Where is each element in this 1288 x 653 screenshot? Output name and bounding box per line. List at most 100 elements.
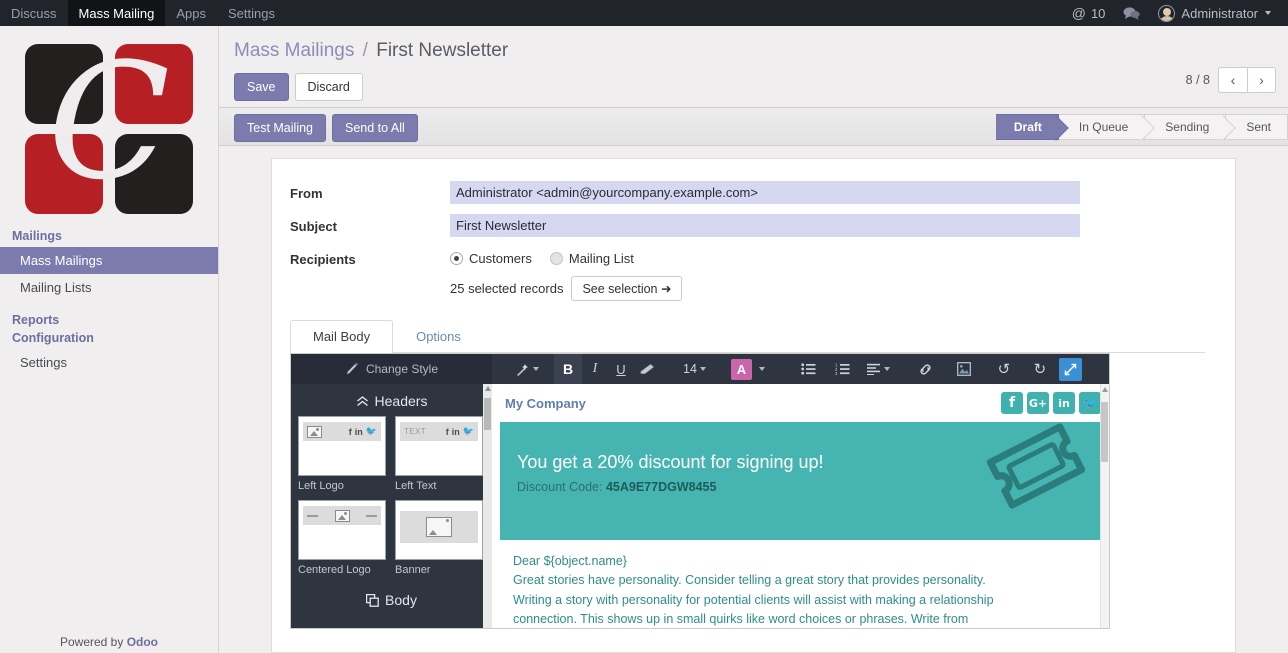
italic-button[interactable]: I — [582, 354, 608, 384]
twitter-icon: 🐦 — [462, 426, 474, 436]
link-icon — [918, 362, 933, 377]
snippet-left-logo[interactable]: f in 🐦 Left Logo — [298, 416, 386, 492]
underline-button[interactable]: U — [608, 354, 634, 384]
scrollbar-thumb[interactable] — [1101, 402, 1108, 462]
snippet-thumbnail: TEXT f in 🐦 — [395, 416, 483, 476]
text-color-dropdown[interactable] — [752, 354, 770, 384]
radio-mailing-list-label: Mailing List — [568, 251, 634, 266]
unordered-list-button[interactable] — [796, 354, 822, 384]
snippet-centered-logo[interactable]: Centered Logo — [298, 500, 386, 576]
nav-item-mass-mailing[interactable]: Mass Mailing — [67, 0, 166, 26]
insert-image-icon — [957, 362, 971, 376]
redo-button[interactable]: ↻ — [1027, 354, 1053, 384]
mention-counter[interactable]: @ 10 — [1063, 5, 1115, 21]
stage-in-queue[interactable]: In Queue — [1058, 114, 1146, 140]
facebook-icon: f — [445, 426, 449, 437]
stage-draft[interactable]: Draft — [995, 114, 1059, 140]
mail-body-editor: Change Style B I U 14 A 1 2 3 ↺ ↻ Header… — [290, 353, 1110, 629]
field-row-from: From — [290, 181, 1205, 204]
messaging-menu[interactable] — [1114, 6, 1149, 20]
eraser-icon — [640, 363, 656, 376]
nav-item-discuss[interactable]: Discuss — [0, 0, 68, 26]
snippet-thumbnail — [395, 500, 483, 560]
avatar — [1158, 4, 1176, 22]
sidebar-item-label: Mass Mailings — [20, 253, 103, 268]
change-style-button[interactable]: Change Style — [291, 354, 492, 384]
facebook-icon[interactable]: f — [1001, 392, 1023, 414]
snippets-section-label: Body — [385, 592, 417, 608]
align-button[interactable] — [864, 354, 893, 384]
breadcrumb-current: First Newsletter — [376, 40, 509, 61]
insert-link-button[interactable] — [913, 354, 939, 384]
email-preview[interactable]: My Company f G+ in 🐦 You get a 20% disco… — [492, 384, 1109, 628]
snippets-scrollbar[interactable] — [483, 384, 492, 628]
snippet-left-text[interactable]: TEXT f in 🐦 Left Text — [395, 416, 483, 492]
sidebar-item-settings[interactable]: Settings — [0, 349, 218, 376]
ordered-list-icon: 1 2 3 — [835, 363, 850, 375]
twitter-icon[interactable]: 🐦 — [1079, 392, 1101, 414]
linkedin-icon[interactable]: in — [1053, 392, 1075, 414]
field-row-subject: Subject — [290, 214, 1205, 237]
google-plus-icon[interactable]: G+ — [1027, 392, 1049, 414]
scrollbar-thumb[interactable] — [484, 398, 491, 430]
selected-records-count: 25 selected records — [450, 281, 564, 296]
text-color-button[interactable]: A — [730, 358, 752, 380]
magic-wand-icon[interactable] — [512, 354, 542, 384]
save-button[interactable]: Save — [234, 73, 289, 102]
pager: 8 / 8 ‹ › — [1186, 67, 1276, 93]
radio-mailing-list[interactable] — [549, 252, 563, 265]
see-selection-button[interactable]: See selection ➜ — [571, 276, 683, 301]
chevron-right-icon: › — [1259, 72, 1264, 88]
pager-previous-button[interactable]: ‹ — [1218, 67, 1247, 93]
recipients-label: Recipients — [290, 252, 356, 267]
nav-item-settings[interactable]: Settings — [217, 0, 286, 26]
breadcrumb-root[interactable]: Mass Mailings — [234, 40, 354, 61]
top-navbar: Discuss Mass Mailing Apps Settings @ 10 — [0, 0, 1288, 26]
pager-next-button[interactable]: › — [1247, 67, 1276, 93]
bold-button[interactable]: B — [554, 354, 582, 384]
editor-toolbar: Change Style B I U 14 A 1 2 3 ↺ ↻ — [291, 354, 1109, 384]
subject-input[interactable] — [450, 214, 1080, 237]
expand-fullscreen-button[interactable] — [1058, 357, 1082, 381]
undo-button[interactable]: ↺ — [991, 354, 1017, 384]
action-strip: Test Mailing Send to All Draft In Queue … — [219, 108, 1288, 146]
status-bar: Draft In Queue Sending Sent — [995, 114, 1288, 140]
image-placeholder-icon — [307, 425, 322, 438]
body-line: Great stories have personality. Consider… — [513, 573, 986, 588]
tab-options[interactable]: Options — [393, 320, 484, 353]
sidebar-item-mailing-lists[interactable]: Mailing Lists — [0, 274, 218, 301]
tab-mail-body[interactable]: Mail Body — [290, 320, 394, 353]
stage-label: In Queue — [1078, 120, 1129, 134]
ordered-list-button[interactable]: 1 2 3 — [830, 354, 856, 384]
nav-item-label: Discuss — [11, 5, 57, 21]
radio-customers[interactable] — [450, 252, 463, 265]
nav-item-apps[interactable]: Apps — [165, 0, 217, 26]
nav-item-label: Mass Mailing — [78, 5, 155, 21]
email-body-text[interactable]: Dear ${object.name} Great stories have p… — [492, 540, 1109, 628]
social-links: f G+ in 🐦 — [1001, 392, 1101, 414]
snippet-label: Left Text — [395, 480, 437, 492]
scroll-up-arrow-icon[interactable] — [1102, 387, 1108, 392]
italic-icon: I — [592, 361, 598, 376]
recipient-radio-group: Customers Mailing List — [450, 247, 1205, 266]
insert-image-button[interactable] — [951, 354, 977, 384]
send-to-all-button[interactable]: Send to All — [332, 114, 418, 143]
user-menu[interactable]: Administrator — [1149, 4, 1280, 22]
snippet-banner[interactable]: Banner — [395, 500, 483, 576]
font-size-selector[interactable]: 14 — [680, 354, 709, 384]
discard-button[interactable]: Discard — [294, 73, 363, 102]
scroll-up-arrow-icon[interactable] — [485, 386, 491, 391]
sidebar-section-configuration[interactable]: Configuration — [0, 331, 218, 349]
from-input[interactable] — [450, 181, 1080, 204]
clear-format-button[interactable] — [634, 354, 662, 384]
test-mailing-button[interactable]: Test Mailing — [234, 114, 326, 143]
snippets-section-headers[interactable]: Headers — [291, 384, 492, 416]
snippets-section-body[interactable]: Body — [291, 576, 492, 615]
chevron-down-icon — [699, 367, 706, 371]
email-preview-scrollbar[interactable] — [1100, 384, 1109, 628]
user-name: Administrator — [1181, 5, 1258, 21]
sidebar-section-reports[interactable]: Reports — [0, 301, 218, 331]
sidebar-item-mass-mailings[interactable]: Mass Mailings — [0, 247, 218, 274]
stage-sending[interactable]: Sending — [1145, 114, 1227, 140]
discount-banner[interactable]: You get a 20% discount for signing up! D… — [500, 422, 1101, 540]
